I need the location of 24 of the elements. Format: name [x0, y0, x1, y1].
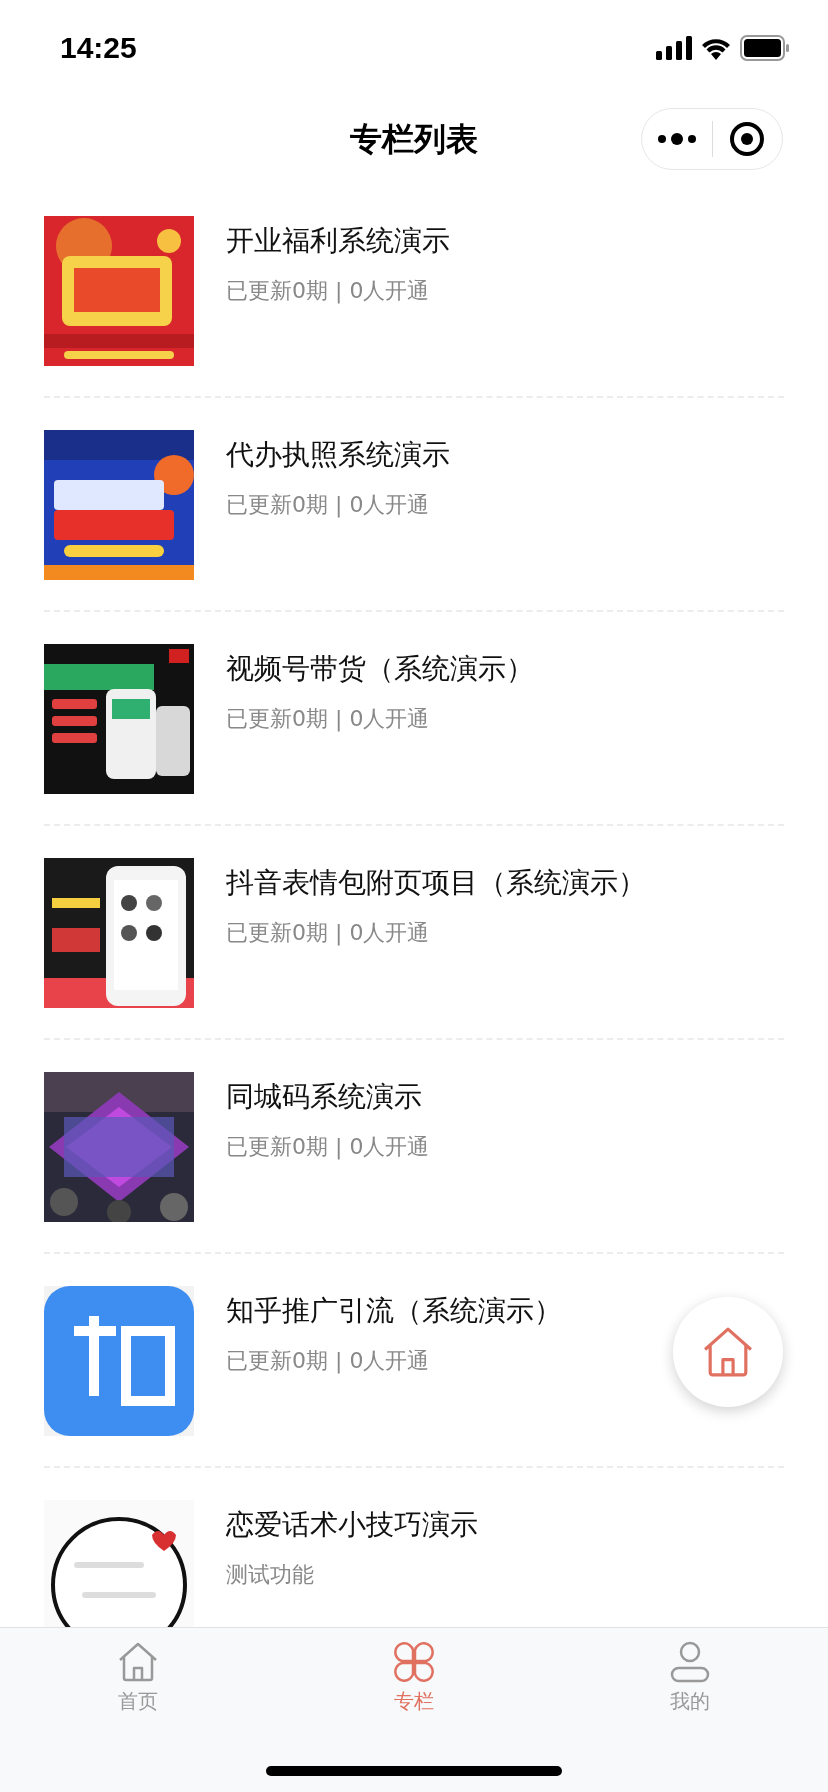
column-stats: 已更新0期 | 0人开通: [226, 919, 431, 948]
column-stats: 已更新0期 | 0人开通: [226, 491, 431, 520]
close-icon[interactable]: [729, 121, 766, 157]
page-title: 专栏列表: [350, 119, 478, 160]
column-title[interactable]: 代办执照系统演示: [226, 436, 450, 474]
status-time: 14:25: [60, 31, 137, 65]
wifi-icon: [700, 36, 732, 60]
person-icon: [668, 1640, 712, 1684]
column-stats: 已更新0期 | 0人开通: [226, 1133, 430, 1162]
column-title[interactable]: 抖音表情包附页项目（系统演示）: [226, 864, 646, 902]
grid-icon: [392, 1640, 436, 1684]
column-title[interactable]: 知乎推广引流（系统演示）: [226, 1292, 562, 1330]
column-title[interactable]: 恋爱话术小技巧演示: [226, 1506, 478, 1544]
column-title[interactable]: 开业福利系统演示: [226, 222, 450, 260]
more-icon[interactable]: [656, 133, 697, 145]
column-title[interactable]: 同城码系统演示: [226, 1078, 430, 1116]
column-stats: 已更新0期 | 0人开通: [226, 705, 431, 734]
column-stats: 已更新0期 | 0人开通: [226, 277, 431, 306]
column-description: 测试功能: [226, 1561, 315, 1589]
battery-icon: [740, 35, 790, 61]
signal-icon: [656, 36, 692, 60]
column-stats: 已更新0期 | 0人开通: [226, 1347, 431, 1376]
home-button[interactable]: [673, 1297, 783, 1407]
column-title[interactable]: 视频号带货（系统演示）: [226, 650, 534, 688]
